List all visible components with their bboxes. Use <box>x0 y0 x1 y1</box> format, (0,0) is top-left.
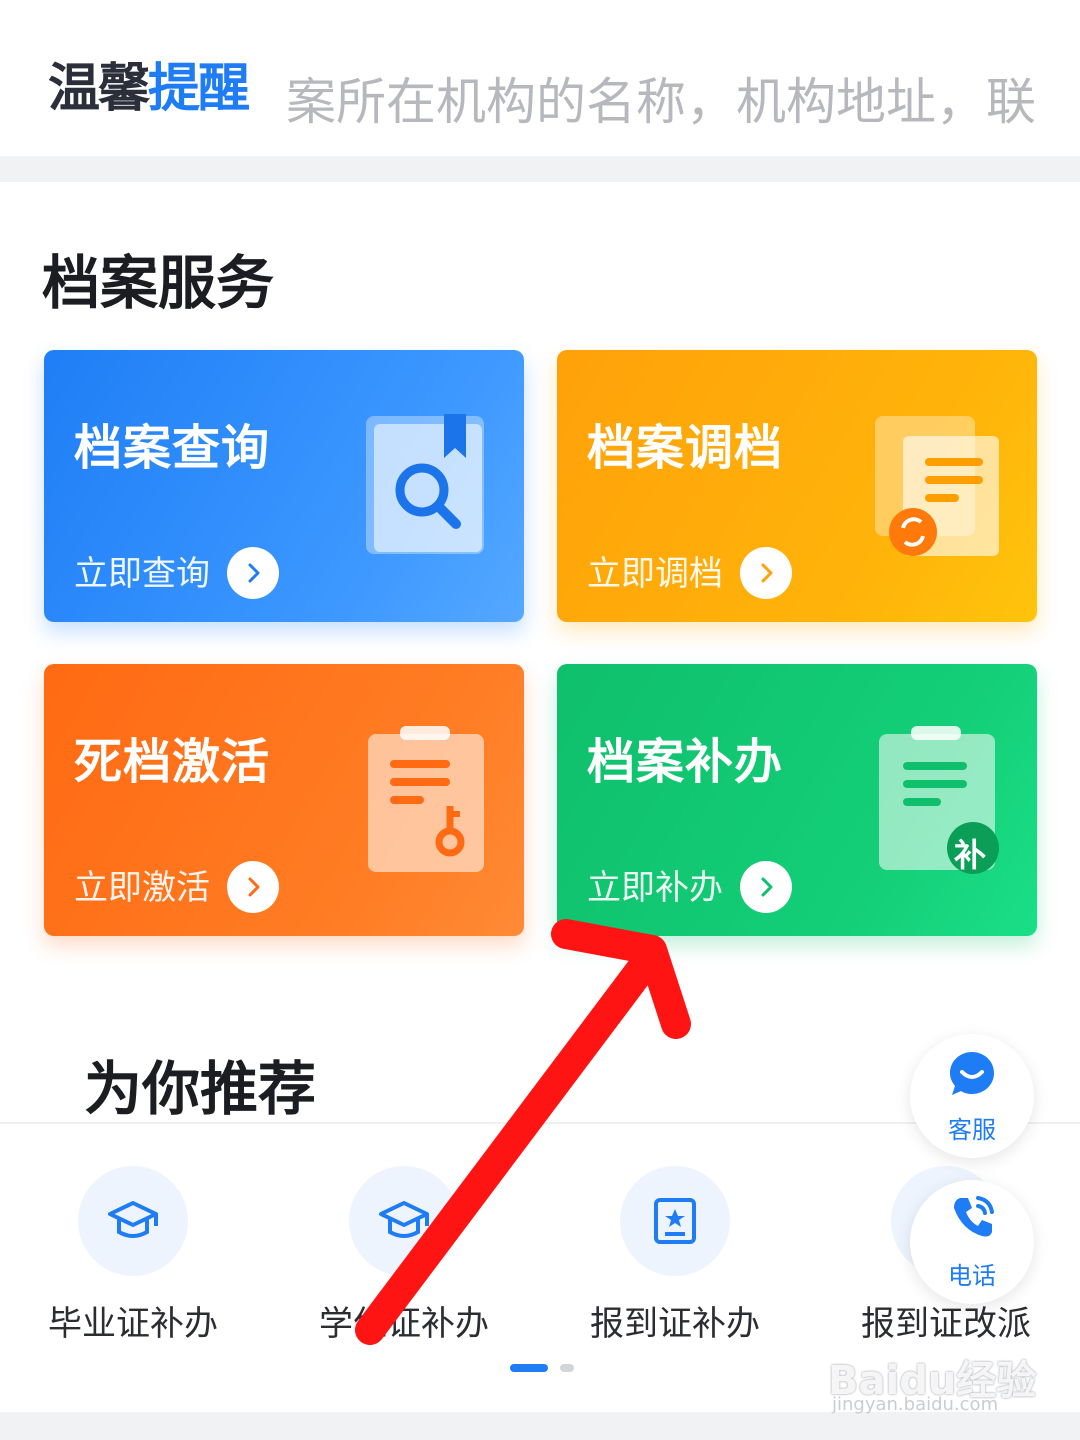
chevron-right-icon[interactable] <box>740 861 792 913</box>
card-archive-activate[interactable]: 死档激活 立即激活 <box>44 664 524 936</box>
recommend-title: 为你推荐 <box>84 1055 317 1123</box>
reissue-badge-text: 补 <box>953 836 986 874</box>
card-archive-reissue[interactable]: 档案补办 补 立即补办 <box>557 664 1037 936</box>
graduation-cap-icon <box>349 1166 459 1276</box>
recommend-item-label: 报到证补办 <box>590 1304 760 1344</box>
chevron-right-icon[interactable] <box>740 547 792 599</box>
transfer-document-icon <box>873 410 1003 560</box>
recommend-item-degree[interactable]: 学位证补办 <box>279 1166 529 1345</box>
card-title: 死档激活 <box>74 734 271 790</box>
card-action-label: 立即激活 <box>74 868 210 908</box>
card-action-label: 立即查询 <box>74 554 210 594</box>
archive-services-title: 档案服务 <box>42 249 275 317</box>
section-separator <box>0 156 1080 182</box>
phone-label: 电话 <box>948 1262 996 1290</box>
chevron-right-icon[interactable] <box>227 547 279 599</box>
chevron-right-icon[interactable] <box>227 861 279 913</box>
customer-service-label: 客服 <box>948 1116 996 1144</box>
chat-bubble-icon <box>950 1052 994 1095</box>
pager-dot-active[interactable] <box>510 1364 548 1372</box>
card-title: 档案补办 <box>587 734 784 790</box>
recommend-item-label: 学位证补办 <box>319 1304 489 1344</box>
baidu-watermark-url: jingyan.baidu.com <box>832 1394 999 1415</box>
key-clipboard-icon <box>360 724 490 874</box>
notice-marquee-text: 案所在机构的名称，机构地址，联 <box>286 73 1036 131</box>
phone-icon <box>954 1196 994 1237</box>
recommend-item-diploma[interactable]: 毕业证补办 <box>8 1166 258 1345</box>
card-action-label: 立即补办 <box>587 868 723 908</box>
notice-logo-part2: 提醒 <box>148 59 250 119</box>
card-title: 档案调档 <box>587 420 784 476</box>
search-document-icon <box>360 410 490 560</box>
recommend-item-label: 毕业证补办 <box>48 1304 218 1344</box>
notice-bar[interactable]: 温馨提醒 案所在机构的名称，机构地址，联 <box>0 0 1080 156</box>
certificate-icon <box>620 1166 730 1276</box>
app-page: 温馨提醒 案所在机构的名称，机构地址，联 档案服务 档案查询 立即查询 档案调档 <box>0 0 1080 1440</box>
card-title: 档案查询 <box>74 420 271 476</box>
notice-logo: 温馨提醒 <box>48 46 250 121</box>
carousel-pager <box>510 1364 580 1372</box>
customer-service-button[interactable]: 客服 <box>910 1034 1034 1158</box>
graduation-cap-icon <box>78 1166 188 1276</box>
card-archive-query[interactable]: 档案查询 立即查询 <box>44 350 524 622</box>
phone-button[interactable]: 电话 <box>910 1180 1034 1304</box>
card-action-label: 立即调档 <box>587 554 723 594</box>
recommend-item-label: 报到证改派 <box>861 1304 1031 1344</box>
bottom-separator <box>0 1412 1080 1440</box>
card-archive-transfer[interactable]: 档案调档 立即调档 <box>557 350 1037 622</box>
notice-logo-part1: 温馨 <box>48 59 150 119</box>
recommend-item-report-card[interactable]: 报到证补办 <box>550 1166 800 1345</box>
pager-dot[interactable] <box>560 1364 574 1372</box>
